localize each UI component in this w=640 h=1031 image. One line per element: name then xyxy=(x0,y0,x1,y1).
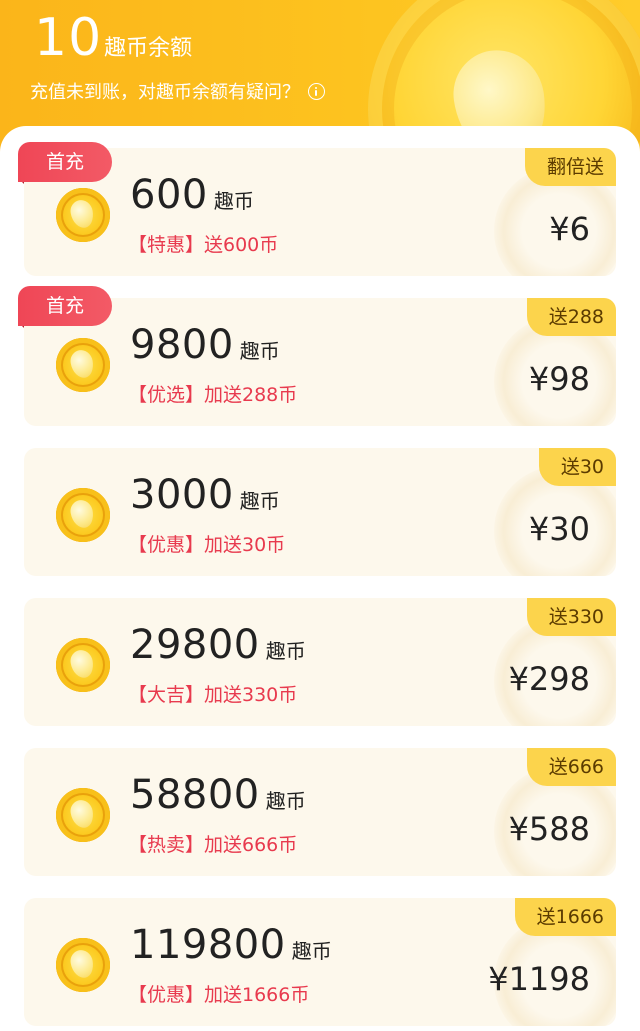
package-promo: 【优惠】加送30币 xyxy=(128,534,286,556)
package-price: ¥98 xyxy=(528,360,590,398)
first-recharge-tag: 首充 xyxy=(18,286,112,326)
package-amount-row: 119800 趣币 xyxy=(130,922,332,968)
bonus-badge: 送1666 xyxy=(514,898,616,936)
coin-icon xyxy=(56,938,110,992)
package-card[interactable]: 9800 趣币 【优选】加送288币 ¥98 送288 xyxy=(24,298,616,426)
package-unit: 趣币 xyxy=(213,189,254,213)
recharge-help-link[interactable]: 充值未到账，对趣币余额有疑问？ xyxy=(30,78,325,104)
package-card[interactable]: 600 趣币 【特惠】送600币 ¥6 翻倍送 xyxy=(24,148,616,276)
coin-icon xyxy=(56,638,110,692)
package-amount: 119800 xyxy=(130,922,286,968)
bonus-badge: 送30 xyxy=(538,448,616,486)
package-card[interactable]: 3000 趣币 【优惠】加送30币 ¥30 送30 xyxy=(24,448,616,576)
package-amount: 29800 xyxy=(130,622,260,668)
first-recharge-tag: 首充 xyxy=(18,142,112,182)
package-promo: 【优选】加送288币 xyxy=(128,384,298,406)
package-amount-row: 600 趣币 xyxy=(130,172,254,218)
package-list: 600 趣币 【特惠】送600币 ¥6 翻倍送 9800 趣币 【优选】加送28… xyxy=(0,126,640,1031)
package-amount: 58800 xyxy=(130,772,260,818)
bonus-badge: 送330 xyxy=(526,598,616,636)
package-amount-row: 9800 趣币 xyxy=(130,322,280,368)
package-promo: 【热卖】加送666币 xyxy=(128,834,298,856)
info-icon[interactable] xyxy=(308,82,325,100)
coin-icon xyxy=(56,488,110,542)
package-price: ¥298 xyxy=(508,660,590,698)
package-amount-row: 58800 趣币 xyxy=(130,772,306,818)
package-unit: 趣币 xyxy=(291,939,332,963)
package-amount-row: 29800 趣币 xyxy=(130,622,306,668)
package-promo: 【优惠】加送1666币 xyxy=(128,984,310,1006)
balance-display: 10 趣币余额 xyxy=(34,8,192,68)
bonus-badge: 送288 xyxy=(526,298,616,336)
recharge-help-text: 充值未到账，对趣币余额有疑问？ xyxy=(30,82,300,103)
balance-unit-label: 趣币余额 xyxy=(104,36,193,61)
package-amount: 9800 xyxy=(130,322,234,368)
package-unit: 趣币 xyxy=(265,639,306,663)
package-amount-row: 3000 趣币 xyxy=(130,472,280,518)
package-unit: 趣币 xyxy=(265,789,306,813)
package-amount: 600 xyxy=(130,172,208,218)
balance-value: 10 xyxy=(34,8,103,68)
package-price: ¥1198 xyxy=(488,960,590,998)
package-promo: 【大吉】加送330币 xyxy=(128,684,298,706)
bonus-badge: 送666 xyxy=(526,748,616,786)
package-card[interactable]: 58800 趣币 【热卖】加送666币 ¥588 送666 xyxy=(24,748,616,876)
package-card[interactable]: 119800 趣币 【优惠】加送1666币 ¥1198 送1666 xyxy=(24,898,616,1026)
package-unit: 趣币 xyxy=(239,339,280,363)
package-price: ¥6 xyxy=(549,210,590,248)
coin-icon xyxy=(56,188,110,242)
package-amount: 3000 xyxy=(130,472,234,518)
coin-icon xyxy=(56,338,110,392)
package-promo: 【特惠】送600币 xyxy=(128,234,279,256)
coin-icon xyxy=(56,788,110,842)
package-price: ¥588 xyxy=(508,810,590,848)
package-price: ¥30 xyxy=(528,510,590,548)
package-unit: 趣币 xyxy=(239,489,280,513)
package-card[interactable]: 29800 趣币 【大吉】加送330币 ¥298 送330 xyxy=(24,598,616,726)
bonus-badge: 翻倍送 xyxy=(524,148,616,186)
